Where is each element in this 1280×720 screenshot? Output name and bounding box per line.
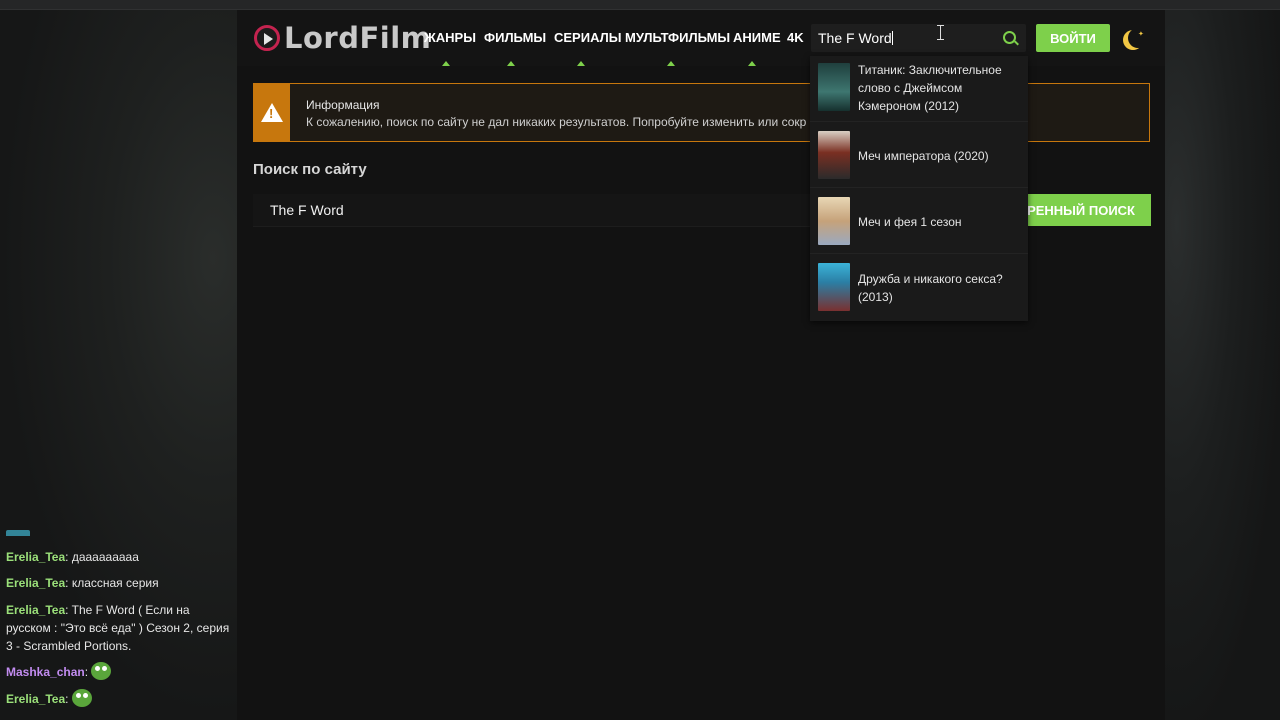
search-suggestions: Титаник: Заключительное слово с Джеймсом… (810, 56, 1028, 321)
suggestion-item[interactable]: Меч императора (2020) (810, 122, 1028, 188)
header-search-input[interactable]: The F Word (811, 24, 1026, 52)
chat-message: Erelia_Tea: дааааааааа (6, 550, 139, 564)
chat-message: Erelia_Tea: The F Word ( Если на русском… (6, 603, 230, 653)
header-search-value: The F Word (818, 30, 893, 46)
nav-genres[interactable]: ЖАНРЫ (424, 30, 476, 45)
pepe-emote-icon (91, 662, 112, 680)
nav-anime-arrow-icon (748, 61, 756, 66)
suggestion-item[interactable]: Дружба и никакого секса? (2013) (810, 254, 1028, 320)
top-strip (0, 0, 1280, 10)
star-icon: ✦ (1138, 31, 1144, 38)
chat-message: Erelia_Tea: (6, 689, 234, 708)
chat-message: Erelia_Tea: классная серия (6, 576, 159, 590)
suggestion-poster (818, 197, 850, 245)
nav-genres-arrow-icon (442, 61, 450, 66)
search-icon[interactable] (1003, 31, 1016, 44)
nav-cartoons-arrow-icon (667, 61, 675, 66)
info-alert-title: Информация (306, 98, 380, 112)
nav-anime[interactable]: АНИМЕ (733, 30, 781, 45)
nav-4k[interactable]: 4K (787, 30, 804, 45)
advanced-search-button[interactable]: ШИРЕННЫЙ ПОИСК (1012, 194, 1151, 226)
suggestion-poster (818, 131, 850, 179)
pepe-emote-icon (71, 689, 92, 707)
suggestion-title: Дружба и никакого секса? (2013) (858, 272, 1003, 304)
nav-series-arrow-icon (577, 61, 585, 66)
logo-text: LordFilm (284, 21, 432, 55)
suggestion-title: Меч и фея 1 сезон (858, 215, 962, 229)
warning-icon (261, 103, 283, 122)
suggestion-item[interactable]: Титаник: Заключительное слово с Джеймсом… (810, 56, 1028, 122)
nav-series[interactable]: СЕРИАЛЫ (554, 30, 621, 45)
suggestion-title: Меч императора (2020) (858, 149, 989, 163)
nav-cartoons[interactable]: МУЛЬТФИЛЬМЫ (625, 30, 730, 45)
site-search-value: The F Word (270, 202, 344, 218)
background-right (1165, 10, 1280, 720)
suggestion-title: Титаник: Заключительное слово с Джеймсом… (858, 63, 1002, 113)
site-logo[interactable]: LordFilm (254, 21, 432, 55)
chat-message: Mashka_chan: (6, 662, 234, 681)
logo-play-icon (254, 25, 280, 51)
text-cursor-icon (937, 25, 944, 40)
login-button[interactable]: ВОЙТИ (1036, 24, 1110, 52)
info-alert-text: К сожалению, поиск по сайту не дал никак… (306, 115, 807, 129)
site-search-title: Поиск по сайту (253, 161, 367, 178)
suggestion-poster (818, 263, 850, 311)
nav-movies[interactable]: ФИЛЬМЫ (484, 30, 546, 45)
info-alert-side (254, 84, 290, 141)
suggestion-item[interactable]: Меч и фея 1 сезон (810, 188, 1028, 254)
emote-icon (6, 530, 30, 536)
chat-message-cut (6, 526, 234, 536)
nav-movies-arrow-icon (507, 61, 515, 66)
suggestion-poster (818, 63, 850, 111)
